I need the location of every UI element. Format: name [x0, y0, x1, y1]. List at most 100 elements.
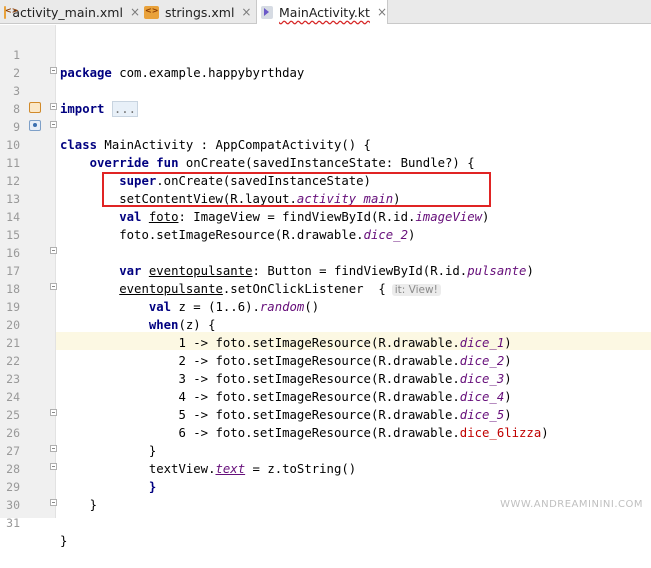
tab-activity-main-xml[interactable]: activity_main.xml × — [0, 0, 140, 24]
variable: foto — [148, 210, 179, 224]
code-text: .setOnClickListener { — [222, 282, 386, 296]
tab-mainactivity-kt[interactable]: MainActivity.kt × — [256, 0, 388, 24]
code-text: 4 -> foto.setImageResource(R.drawable. — [178, 390, 460, 404]
code-text: z = (1..6). — [171, 300, 260, 314]
code-line-16[interactable]: 16 var eventopulsante: Button = findView… — [0, 226, 534, 278]
code-text: 3 -> foto.setImageResource(R.drawable. — [178, 372, 460, 386]
code-text: (z) { — [178, 318, 216, 332]
fold-marker-icon[interactable] — [50, 283, 57, 290]
watermark: WWW.ANDREAMININI.COM — [500, 499, 643, 510]
code-line-27[interactable]: 27 textView.text = z.toString() — [0, 424, 356, 476]
code-line-15[interactable]: 15 — [0, 208, 30, 242]
folded-imports[interactable]: ... — [111, 101, 139, 117]
code-line-2[interactable]: 2 — [0, 46, 30, 80]
code-text: ) — [504, 390, 512, 404]
line-number: 31 — [6, 516, 20, 530]
close-icon[interactable]: × — [130, 5, 140, 19]
code-text: MainActivity : AppCompatActivity() { — [97, 138, 371, 152]
code-line-14[interactable]: 14 foto.setImageResource(R.drawable.dice… — [0, 190, 415, 242]
code-text: ) — [504, 336, 512, 350]
unresolved-resource-ref: dice_6lizza — [459, 426, 542, 440]
kotlin-file-icon — [261, 5, 274, 19]
code-text: } — [60, 534, 68, 548]
code-text: ) — [407, 228, 416, 242]
keyword: class — [60, 138, 98, 152]
resource-ref: activity_main — [296, 192, 394, 206]
code-line-21[interactable]: 21 2 -> foto.setImageResource(R.drawable… — [0, 316, 511, 368]
tab-label: activity_main.xml — [12, 4, 123, 20]
code-line-11[interactable]: 11 super.onCreate(savedInstanceState) — [0, 136, 371, 188]
code-line-30[interactable]: 30 — [0, 478, 30, 512]
code-text: : Button = findViewById(R.id. — [252, 264, 468, 278]
code-line-9[interactable]: 9 class MainActivity : AppCompatActivity… — [0, 100, 371, 152]
code-line-18[interactable]: 18 val z = (1..6).random() — [0, 262, 319, 314]
code-line-31[interactable]: 31 } — [0, 496, 67, 548]
override-method-icon[interactable] — [29, 120, 41, 131]
resource-ref: dice_2 — [459, 354, 505, 368]
code-text: ) — [526, 264, 534, 278]
code-line-17[interactable]: 17 eventopulsante.setOnClickListener {it… — [0, 244, 441, 296]
fold-marker-icon[interactable] — [50, 67, 57, 74]
code-line-19[interactable]: 19 when(z) { — [0, 280, 215, 332]
code-line-3[interactable]: 3 import ... — [0, 64, 139, 117]
fold-marker-icon[interactable] — [50, 247, 57, 254]
code-line-1[interactable]: 1 package com.example.happybyrthday — [0, 28, 651, 80]
function-ref: random — [259, 300, 305, 314]
code-text: onCreate(savedInstanceState: Bundle?) { — [178, 156, 475, 170]
code-line-25[interactable]: 25 6 -> foto.setImageResource(R.drawable… — [0, 388, 549, 440]
close-icon[interactable]: × — [241, 5, 251, 19]
keyword: var — [119, 264, 142, 278]
code-line-8[interactable]: 8 — [0, 82, 30, 116]
variable: eventopulsante — [148, 264, 253, 278]
code-text: ) — [504, 408, 512, 422]
code-line-12[interactable]: 12 setContentView(R.layout.activity_main… — [0, 154, 400, 206]
keyword: super — [119, 174, 157, 188]
code-text: ) — [504, 372, 512, 386]
code-text: ) — [482, 210, 490, 224]
code-text: } — [148, 480, 157, 494]
fold-marker-icon[interactable] — [50, 409, 57, 416]
keyword: when — [148, 318, 179, 332]
keyword: val — [148, 300, 172, 314]
code-line-10[interactable]: 10 override fun onCreate(savedInstanceSt… — [0, 118, 474, 170]
code-text: .onCreate(savedInstanceState) — [156, 174, 371, 188]
code-text: ) — [504, 354, 512, 368]
resource-ref: dice_5 — [459, 408, 505, 422]
resource-ref: dice_4 — [459, 390, 505, 404]
code-text: foto.setImageResource(R.drawable. — [119, 228, 364, 242]
code-text: ) — [393, 192, 401, 206]
resource-ref: dice_3 — [459, 372, 505, 386]
code-text: } — [89, 498, 98, 512]
code-text: 6 -> foto.setImageResource(R.drawable. — [178, 426, 460, 440]
keyword: override — [89, 156, 149, 170]
fold-marker-icon[interactable] — [50, 121, 57, 128]
fold-marker-icon[interactable] — [50, 103, 57, 110]
editor-tab-bar: activity_main.xml × strings.xml × MainAc… — [0, 0, 651, 24]
fold-marker-icon[interactable] — [50, 499, 57, 506]
fold-marker-icon[interactable] — [50, 463, 57, 470]
code-line-29[interactable]: 29 } — [0, 460, 97, 512]
code-text: 1 -> foto.setImageResource(R.drawable. — [178, 336, 460, 350]
keyword: val — [119, 210, 142, 224]
code-text: setContentView(R.layout. — [119, 192, 297, 206]
code-line-22[interactable]: 22 3 -> foto.setImageResource(R.drawable… — [0, 334, 511, 386]
code-line-20[interactable]: 20 1 -> foto.setImageResource(R.drawable… — [0, 298, 511, 350]
class-hierarchy-icon[interactable] — [29, 102, 41, 113]
variable: eventopulsante — [119, 282, 223, 296]
code-line-24[interactable]: 24 5 -> foto.setImageResource(R.drawable… — [0, 370, 511, 422]
tab-strings-xml[interactable]: strings.xml × — [140, 0, 256, 24]
close-icon[interactable]: × — [377, 5, 387, 19]
code-line-23[interactable]: 23 4 -> foto.setImageResource(R.drawable… — [0, 352, 511, 404]
xml-file-icon — [4, 5, 21, 19]
code-line-13[interactable]: 13 val foto: ImageView = findViewById(R.… — [0, 172, 489, 224]
code-text: } — [148, 444, 157, 458]
resource-ref: dice_2 — [363, 228, 408, 242]
fold-marker-icon[interactable] — [50, 445, 57, 452]
code-text: () — [304, 300, 320, 314]
code-text: 2 -> foto.setImageResource(R.drawable. — [178, 354, 460, 368]
code-line-26[interactable]: 26 } — [0, 406, 156, 458]
code-line-28[interactable]: 28 } — [0, 442, 156, 494]
code-text: = z.toString() — [245, 462, 357, 476]
property-ref: text — [215, 462, 246, 476]
type-hint: it: View! — [391, 284, 441, 296]
